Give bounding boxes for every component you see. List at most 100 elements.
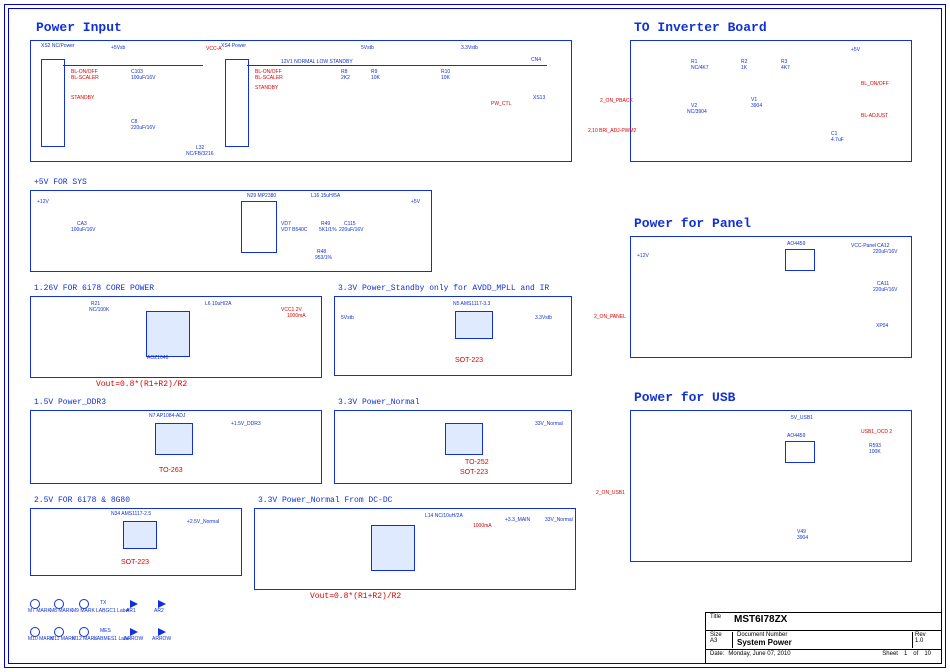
tb-date-label: Date: <box>710 651 724 663</box>
tb-size: A3 <box>710 638 717 644</box>
sig-bladjust: BL-ADJUST <box>861 113 888 119</box>
val-r8: 2K2 <box>341 75 350 81</box>
block-stby33: N5 AMS1117-3.3 5Vstb 3.3Vstb SOT-223 <box>334 296 572 376</box>
sig-blscaler2: BL-SCALER <box>255 75 283 81</box>
val-ca3: 100uF/16V <box>71 227 95 233</box>
ic-aoz1046: AOZ1046 <box>147 355 168 361</box>
mark-arrow1: ARROW <box>124 636 143 642</box>
tb-date: Monday, June 07, 2010 <box>724 651 790 663</box>
net-33vstb-out: 3.3Vstb <box>535 315 552 321</box>
val-r3: 4K7 <box>781 65 790 71</box>
val-c103: 100uF/16V <box>131 75 155 81</box>
val-r10: 10K <box>441 75 450 81</box>
title-2v5: 2.5V FOR 6i78 & 8G80 <box>34 496 130 505</box>
block-33norm: 33V_Normal TO-252 SOT-223 <box>334 410 572 484</box>
sig-usbocd: USB1_OCD 2 <box>861 429 892 435</box>
label-tx: TX <box>100 600 106 606</box>
net-5v-inv: +5V <box>851 47 860 53</box>
tb-title-label: Title <box>710 614 734 629</box>
net-5vsb: +5Vsb <box>111 45 125 51</box>
mark-m7: M7 MARK <box>28 608 51 614</box>
mark-m8: M8 MARK <box>50 608 73 614</box>
sig-onpanel: 2_ON_PANEL <box>594 314 626 320</box>
ic-mp2380: N29 MP2380 <box>247 193 276 199</box>
sig-onpback: 2_ON_PBACK <box>600 98 633 104</box>
net-33norm-2: 33V_Normal <box>545 517 573 523</box>
block-33dcdc: L14 NC/10uH/2A 1000mA +3.3_MAIN 33V_Norm… <box>254 508 576 590</box>
comp-xp04: XP04 <box>876 323 888 329</box>
net-5vstb: 5Vstb <box>361 45 374 51</box>
net-2v5: +2.5V_Normal <box>187 519 219 525</box>
net-33vstb: 3.3Vstb <box>461 45 478 51</box>
formula-dcdc: Vout=0.8*(R1+R2)/R2 <box>310 592 401 601</box>
title-panel: Power for Panel <box>634 216 751 231</box>
arrow-icon-1 <box>130 600 138 608</box>
val-c1: 4.7uF <box>831 137 844 143</box>
sig-blscaler: BL-SCALER <box>71 75 99 81</box>
mark-m9: M9 MARK <box>72 608 95 614</box>
net-12v-panel: +12V <box>637 253 649 259</box>
block-power-input: XS2 NC/Power XS4 Power BL-ON/OFF BL-SCAL… <box>30 40 572 162</box>
sig-standby: STANDBY <box>71 95 94 101</box>
formula-core: Vout=0.8*(R1+R2)/R2 <box>96 380 187 389</box>
val-r1: NC/4K7 <box>691 65 709 71</box>
comp-xs13: XS13 <box>533 95 545 101</box>
val-r593: 100K <box>869 449 881 455</box>
val-r49: 5K1/1% <box>319 227 337 233</box>
title-5vsys: +5V FOR SYS <box>34 178 87 187</box>
net-5vstb-in: 5Vstb <box>341 315 354 321</box>
net-33main: +3.3_MAIN <box>505 517 530 523</box>
net-vcca: VCC-A <box>206 46 222 52</box>
val-ca12: 220uF/16V <box>873 249 897 255</box>
comp-l6: L6 10uH/2A <box>205 301 231 307</box>
net-33norm: 33V_Normal <box>535 421 563 427</box>
tb-sheet-num: 1 <box>898 651 913 663</box>
comp-l14: L14 NC/10uH/2A <box>425 513 463 519</box>
tb-rev: 1.0 <box>915 638 923 644</box>
cur-1000ma-2: 1000mA <box>473 523 492 529</box>
net-5v-out: +5V <box>411 199 420 205</box>
val-l32: NC/FB/3216 <box>186 151 214 157</box>
mark-labgc1: LABGC1 Label <box>96 608 129 614</box>
block-ddr3: N7 AP1084-ADJ TO-263 +1.5V_DDR3 <box>30 410 322 484</box>
sig-briadj: 2,10 BRI_ADJ-PWM2 <box>588 128 636 134</box>
tb-doc-name: System Power <box>737 638 792 647</box>
arrow-icon-3 <box>130 628 138 636</box>
sig-blonoff-out: BL_ON/OFF <box>861 81 889 87</box>
val-c8: 220uF/16V <box>131 125 155 131</box>
mark-ar2: AR2 <box>154 608 164 614</box>
val-r21: NC/100K <box>89 307 109 313</box>
val-r2: 1K <box>741 65 747 71</box>
net-5vusb1: 5V_USB1 <box>791 415 813 421</box>
title-ddr3: 1.5V Power_DDR3 <box>34 398 106 407</box>
val-c115: 220uF/16V <box>339 227 363 233</box>
conn-xs2: XS2 NC/Power <box>41 43 75 49</box>
tb-sheet-total: 10 <box>918 651 937 663</box>
tb-sheet-label: Sheet <box>882 651 898 663</box>
net-1v5: +1.5V_DDR3 <box>231 421 261 427</box>
ic-ap1084: N7 AP1084-ADJ <box>149 413 185 419</box>
sig-standby2: STANDBY <box>255 85 278 91</box>
tb-part-number: MST6I78ZX <box>734 614 787 629</box>
arrow-icon-4 <box>158 628 166 636</box>
mark-ar1: AR1 <box>126 608 136 614</box>
block-5vsys: N29 MP2380 L16 15uH/5A VD7 VD7 B540C +5V… <box>30 190 432 272</box>
ic-ams1117-25: N34 AMS1117-2.5 <box>111 511 151 517</box>
title-usb: Power for USB <box>634 390 735 405</box>
pkg-sot223-1: SOT-223 <box>455 357 483 364</box>
ic-ao4459-1: AO4459 <box>787 241 805 247</box>
pkg-sot223-3: SOT-223 <box>121 559 149 566</box>
val-r48: 953/1% <box>315 255 332 261</box>
title-inverter: TO Inverter Board <box>634 20 767 35</box>
block-core: AOZ1046 L6 10uH/2A VCC1.2V 1000mA R21 NC… <box>30 296 322 378</box>
cur-1000ma: 1000mA <box>287 313 306 319</box>
title-33dcdc: 3.3V Power_Normal From DC-DC <box>258 496 392 505</box>
val-v2: NC/3904 <box>687 109 707 115</box>
block-inverter: +5V R1 NC/4K7 R2 1K R3 4K7 BL_ON/OFF BL-… <box>630 40 912 162</box>
val-r9: 10K <box>371 75 380 81</box>
arrow-icon-2 <box>158 600 166 608</box>
ic-ams1117-33: N5 AMS1117-3.3 <box>453 301 490 307</box>
val-v49: 3904 <box>797 535 808 541</box>
pkg-sot223-2: SOT-223 <box>460 469 488 476</box>
comp-cn4: CN4 <box>531 57 541 63</box>
